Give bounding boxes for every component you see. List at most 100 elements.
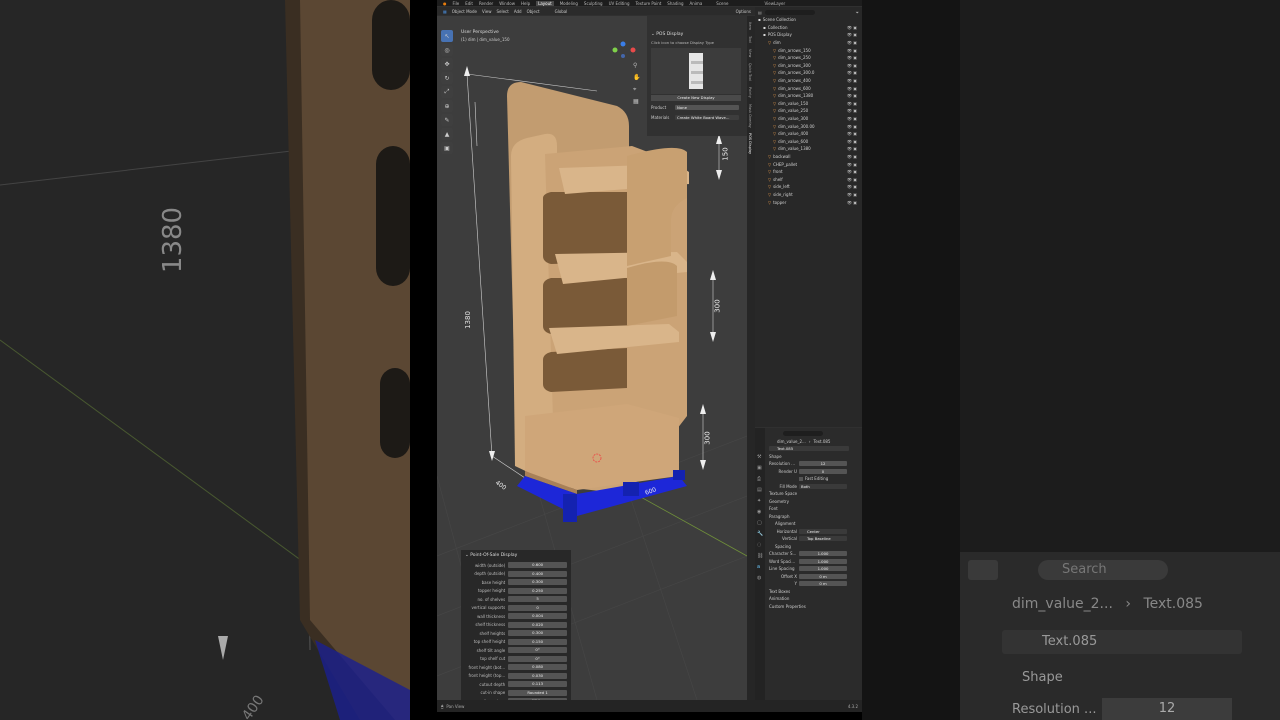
- tab-modeling[interactable]: Modeling: [560, 1, 578, 6]
- visibility-toggle-icon[interactable]: 👁 ▣: [847, 169, 857, 174]
- horizontal-dropdown[interactable]: Center: [799, 528, 847, 534]
- menu-window[interactable]: Window: [499, 1, 515, 6]
- pos-param-field[interactable]: 0°: [508, 655, 567, 662]
- display-type-thumbnail[interactable]: [651, 48, 741, 94]
- visibility-toggle-icon[interactable]: 👁 ▣: [847, 131, 857, 136]
- outliner-search-input[interactable]: [764, 10, 815, 15]
- section-shape[interactable]: Shape: [769, 453, 859, 461]
- outliner-item[interactable]: ▽ dim_arrows_400 👁 ▣: [758, 77, 859, 85]
- section-paragraph[interactable]: Paragraph: [769, 513, 859, 521]
- pos-param-field[interactable]: 0.150: [508, 638, 567, 645]
- props-search-input[interactable]: [783, 431, 823, 437]
- outliner-item[interactable]: ▽ dim_arrows_250 👁 ▣: [758, 54, 859, 62]
- tab-pointy[interactable]: Pointy: [748, 87, 752, 98]
- menu-add[interactable]: Add: [514, 9, 522, 14]
- menu-view[interactable]: View: [482, 9, 492, 14]
- material-props-icon[interactable]: ◍: [757, 573, 765, 584]
- ortho-toggle-icon[interactable]: ▦: [633, 98, 641, 110]
- zoom-icon[interactable]: ⚲: [633, 62, 641, 74]
- outliner-item[interactable]: ▽ shelf 👁 ▣: [758, 175, 859, 183]
- outliner-item[interactable]: ▪ POS Display 👁 ▣: [758, 31, 859, 39]
- pos-param-field[interactable]: 0.080: [508, 664, 567, 671]
- outliner-item[interactable]: ▽ dim_arrows_300 👁 ▣: [758, 62, 859, 70]
- subsection-spacing[interactable]: Spacing: [769, 543, 859, 551]
- tab-sculpting[interactable]: Sculpting: [584, 1, 603, 6]
- transform-tool-icon[interactable]: ⊕: [441, 100, 453, 112]
- pos-param-field[interactable]: 0.250: [508, 587, 567, 594]
- visibility-toggle-icon[interactable]: 👁 ▣: [847, 146, 857, 151]
- render-u-field[interactable]: 0: [799, 468, 847, 474]
- char-spacing-field[interactable]: 1.000: [799, 551, 847, 557]
- line-spacing-field[interactable]: 1.000: [799, 566, 847, 572]
- pos-param-field[interactable]: 0.113: [508, 681, 567, 688]
- outliner-item[interactable]: ▽ dim_arrows_600 👁 ▣: [758, 84, 859, 92]
- add-cube-tool-icon[interactable]: ▣: [441, 142, 453, 154]
- offset-y-field[interactable]: 0 m: [799, 581, 847, 587]
- tab-pos-display[interactable]: POS Display: [748, 133, 752, 154]
- section-font[interactable]: Font: [769, 505, 859, 513]
- pos-param-field[interactable]: Rounded 1: [508, 689, 567, 696]
- outliner-item[interactable]: ▽ side_right 👁 ▣: [758, 191, 859, 199]
- tab-uv-editing[interactable]: UV Editing: [609, 1, 630, 6]
- visibility-toggle-icon[interactable]: 👁 ▣: [847, 48, 857, 53]
- menu-render[interactable]: Render: [479, 1, 493, 6]
- modifier-props-icon[interactable]: 🔧: [757, 529, 765, 540]
- transform-orientation[interactable]: Global: [555, 9, 568, 14]
- visibility-toggle-icon[interactable]: 👁 ▣: [847, 154, 857, 159]
- materials-dropdown[interactable]: Create White Board Wave...: [675, 114, 739, 120]
- resolution-field[interactable]: 12: [799, 461, 847, 467]
- section-custom-properties[interactable]: Custom Properties: [769, 603, 859, 611]
- select-tool-icon[interactable]: ↖: [441, 30, 453, 42]
- scene-props-icon[interactable]: ✦: [757, 496, 765, 507]
- outliner-item[interactable]: ▽ dim_value_1380 👁 ▣: [758, 145, 859, 153]
- outliner-item[interactable]: ▪ Scene Collection: [758, 16, 859, 24]
- visibility-toggle-icon[interactable]: 👁 ▣: [847, 200, 857, 205]
- vertical-dropdown[interactable]: Top Baseline: [799, 536, 847, 542]
- outliner-item[interactable]: ▽ CHEP_pallet 👁 ▣: [758, 160, 859, 168]
- render-props-icon[interactable]: ▣: [757, 463, 765, 474]
- outliner-item[interactable]: ▽ dim_value_600 👁 ▣: [758, 138, 859, 146]
- outliner-item[interactable]: ▪ Collection 👁 ▣: [758, 24, 859, 32]
- world-props-icon[interactable]: ◉: [757, 507, 765, 518]
- visibility-toggle-icon[interactable]: 👁 ▣: [847, 108, 857, 113]
- visibility-toggle-icon[interactable]: 👁 ▣: [847, 162, 857, 167]
- move-tool-icon[interactable]: ✥: [441, 58, 453, 70]
- word-spacing-field[interactable]: 1.000: [799, 558, 847, 564]
- annotate-tool-icon[interactable]: ✎: [441, 114, 453, 126]
- outliner-item[interactable]: ▽ dim_value_250 👁 ▣: [758, 107, 859, 115]
- tab-layout[interactable]: Layout: [536, 0, 554, 6]
- section-texture-space[interactable]: Texture Space: [769, 490, 859, 498]
- pos-operator-title[interactable]: ⌄ Point-Of-Sale Display: [465, 553, 567, 558]
- breadcrumb-data[interactable]: Text.085: [813, 439, 830, 444]
- menu-file[interactable]: File: [453, 1, 460, 6]
- fast-editing-checkbox[interactable]: [799, 476, 803, 481]
- visibility-toggle-icon[interactable]: 👁 ▣: [847, 70, 857, 75]
- create-new-display-button[interactable]: Create New Display: [651, 95, 741, 101]
- visibility-toggle-icon[interactable]: 👁 ▣: [847, 55, 857, 60]
- rotate-tool-icon[interactable]: ↻: [441, 72, 453, 84]
- subsection-alignment[interactable]: Alignment: [769, 520, 859, 528]
- physics-props-icon[interactable]: ◌: [757, 540, 765, 551]
- visibility-toggle-icon[interactable]: 👁 ▣: [847, 124, 857, 129]
- pos-param-field[interactable]: 5: [508, 596, 567, 603]
- section-animation[interactable]: Animation: [769, 595, 859, 603]
- pos-param-field[interactable]: 0.400: [508, 570, 567, 577]
- outliner-item[interactable]: ▽ dim_value_150 👁 ▣: [758, 100, 859, 108]
- visibility-toggle-icon[interactable]: 👁 ▣: [847, 116, 857, 121]
- offset-x-field[interactable]: 0 m: [799, 573, 847, 579]
- outliner-item[interactable]: ▽ side_left 👁 ▣: [758, 183, 859, 191]
- pos-param-field[interactable]: 0.300: [508, 579, 567, 586]
- outliner-item[interactable]: ▽ front 👁 ▣: [758, 168, 859, 176]
- visibility-toggle-icon[interactable]: 👁 ▣: [847, 177, 857, 182]
- outliner-item[interactable]: ▽ dim_arrows_150 👁 ▣: [758, 46, 859, 54]
- options-dropdown[interactable]: Options: [736, 9, 751, 14]
- pos-param-field[interactable]: 0°: [508, 647, 567, 654]
- outliner-item[interactable]: ▽ dim_arrows_1380 👁 ▣: [758, 92, 859, 100]
- visibility-toggle-icon[interactable]: 👁 ▣: [847, 40, 857, 45]
- outliner-item[interactable]: ▽ backwall 👁 ▣: [758, 153, 859, 161]
- outliner-item[interactable]: ▽ topper 👁 ▣: [758, 198, 859, 206]
- outliner-item[interactable]: ▽ dim_arrows_300.0 👁 ▣: [758, 69, 859, 77]
- visibility-toggle-icon[interactable]: 👁 ▣: [847, 93, 857, 98]
- outliner-item[interactable]: ▽ dim_value_400 👁 ▣: [758, 130, 859, 138]
- pos-param-field[interactable]: 0: [508, 604, 567, 611]
